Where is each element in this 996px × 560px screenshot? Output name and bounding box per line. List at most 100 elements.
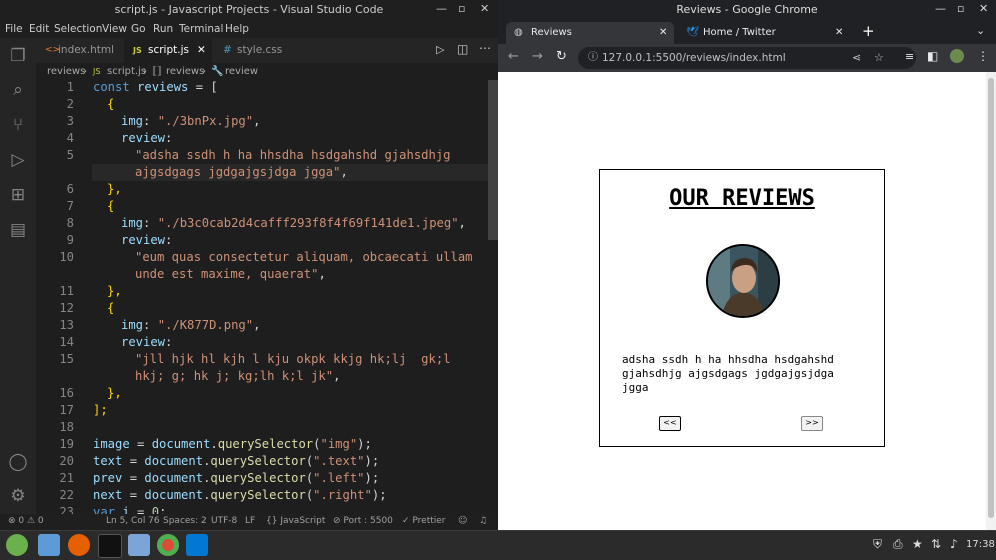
clock[interactable]: 17:38	[966, 539, 995, 550]
globe-icon: ◍	[514, 27, 523, 38]
address-bar[interactable]: ⓘ 127.0.0.1:5500/reviews/index.html ⋖ ☆	[578, 47, 916, 69]
firefox-icon[interactable]	[68, 534, 90, 556]
menu-go[interactable]: Go	[131, 23, 146, 35]
explorer-icon[interactable]: ❐	[6, 44, 30, 68]
new-tab-plus-icon[interactable]: +	[862, 22, 875, 40]
minimize-icon[interactable]: —	[935, 2, 946, 15]
menu-file[interactable]: File	[5, 23, 23, 35]
reading-list-icon[interactable]: ≡	[905, 50, 914, 63]
shield-icon[interactable]: ⛨	[873, 537, 882, 552]
review-text: adsha ssdh h ha hhsdha hsdgahshd gjahsdh…	[622, 353, 834, 394]
chrome-icon[interactable]	[157, 534, 179, 556]
settings-gear-icon[interactable]: ⚙	[6, 484, 30, 508]
chrome-menu-icon[interactable]: ⋮	[977, 49, 989, 63]
notifications-bell-icon[interactable]: ♫	[479, 516, 487, 526]
bookmark-star-icon[interactable]: ☆	[874, 47, 884, 69]
menu-selection[interactable]: Selection	[54, 23, 102, 35]
editor-scrollbar[interactable]	[488, 80, 498, 514]
code-line: img: "./K877D.png",	[121, 318, 261, 332]
run-debug-icon[interactable]: ▷	[6, 148, 30, 172]
share-icon[interactable]: ⋖	[852, 47, 861, 69]
cursor-position[interactable]: Ln 5, Col 76	[106, 516, 160, 526]
side-panel-icon[interactable]: ◧	[927, 49, 938, 63]
review-card: OUR REVIEWS adsha ssdh h ha hhsdha hsdga…	[599, 169, 885, 447]
tab-script-js[interactable]: JS script.js ✕	[124, 38, 212, 63]
menu-run[interactable]: Run	[153, 23, 173, 35]
source-control-icon[interactable]: ⑂	[6, 113, 30, 137]
menu-edit[interactable]: Edit	[29, 23, 49, 35]
line-number: 20	[59, 454, 74, 468]
indent-setting[interactable]: Spaces: 2	[163, 516, 207, 526]
line-number: 21	[59, 471, 74, 485]
language-mode[interactable]: {} JavaScript	[266, 516, 325, 526]
maximize-icon[interactable]: ▫	[458, 2, 465, 15]
profile-avatar[interactable]	[950, 49, 964, 63]
tab-reviews[interactable]: ◍ Reviews ✕	[506, 22, 674, 44]
tab-index-html[interactable]: <> index.html	[36, 38, 121, 63]
reload-icon[interactable]: ↻	[556, 49, 567, 64]
line-number: 17	[59, 403, 74, 417]
close-icon[interactable]: ✕	[480, 2, 489, 15]
line-number: 10	[59, 250, 74, 264]
code-line: hkj; g; hk j; kg;lh k;l jk",	[135, 369, 341, 383]
close-tab-icon[interactable]: ✕	[835, 22, 843, 44]
live-server-port[interactable]: ⊘ Port : 5500	[333, 516, 393, 526]
run-file-icon[interactable]: ▷	[436, 43, 444, 56]
tab-twitter[interactable]: 🕊 Home / Twitter ✕	[681, 22, 849, 44]
close-icon[interactable]: ✕	[979, 2, 988, 15]
line-number: 16	[59, 386, 74, 400]
line-number: 1	[66, 80, 74, 94]
volume-icon[interactable]: ♪	[950, 537, 958, 551]
folder-icon[interactable]	[128, 534, 150, 556]
remote-explorer-icon[interactable]: ▤	[6, 218, 30, 242]
tab-label: index.html	[58, 44, 114, 56]
extensions-icon[interactable]: ⊞	[6, 183, 30, 207]
back-arrow-icon[interactable]: ←	[508, 49, 519, 64]
feedback-icon[interactable]: ☺	[458, 516, 467, 526]
prettier-status[interactable]: ✓ Prettier	[402, 516, 446, 526]
line-ending[interactable]: LF	[245, 516, 255, 526]
vscode-titlebar: script.js - Javascript Projects - Visual…	[0, 0, 498, 20]
network-icon[interactable]: ⇅	[931, 537, 941, 551]
vscode-icon[interactable]	[186, 534, 208, 556]
star-icon[interactable]: ★	[912, 537, 923, 551]
menu-terminal[interactable]: Terminal	[179, 23, 223, 35]
account-icon[interactable]: ◯	[6, 450, 30, 474]
split-editor-icon[interactable]: ◫	[457, 42, 468, 56]
breadcrumb-folder[interactable]: reviews	[47, 63, 85, 80]
problems-indicator[interactable]: ⊗ 0 ⚠ 0	[8, 516, 44, 526]
search-icon[interactable]: ⌕	[6, 78, 30, 102]
close-tab-icon[interactable]: ✕	[197, 38, 206, 63]
terminal-icon[interactable]	[98, 534, 122, 558]
forward-arrow-icon[interactable]: →	[532, 49, 543, 64]
close-tab-icon[interactable]: ✕	[659, 22, 667, 44]
next-review-button[interactable]: >>	[801, 416, 823, 431]
js-file-icon: JS	[133, 46, 142, 55]
breadcrumb-symbol-reviews[interactable]: reviews	[166, 63, 204, 80]
breadcrumb-file[interactable]: script.js	[107, 63, 146, 80]
scroll-thumb[interactable]	[488, 80, 498, 240]
encoding[interactable]: UTF-8	[211, 516, 237, 526]
menu-view[interactable]: View	[102, 23, 127, 35]
menu-help[interactable]: Help	[225, 23, 249, 35]
code-line: var i = 0;	[93, 505, 167, 514]
tab-search-chevron-icon[interactable]: ⌄	[976, 24, 985, 37]
more-actions-icon[interactable]: ⋯	[479, 41, 491, 55]
breadcrumb-symbol-review[interactable]: review	[225, 63, 258, 80]
mint-menu-icon[interactable]	[6, 534, 28, 556]
url-text[interactable]: 127.0.0.1:5500/reviews/index.html	[602, 47, 786, 69]
prev-review-button[interactable]: <<	[659, 416, 681, 431]
minimize-icon[interactable]: —	[436, 2, 447, 15]
code-line: {	[107, 301, 115, 315]
breadcrumb: reviews › JS script.js › ⟦⟧ reviews › 🔧 …	[36, 63, 498, 80]
site-info-icon[interactable]: ⓘ	[588, 47, 598, 69]
tab-style-css[interactable]: # style.css	[218, 38, 313, 63]
printer-icon[interactable]: ⎙	[893, 537, 903, 552]
maximize-icon[interactable]: ▫	[957, 2, 964, 15]
code-line: ajgsdgags jgdgajgsjdga jgga",	[135, 165, 348, 179]
code-editor[interactable]: 1 2 3 4 5 6 7 8 9 10 11 12 13 14 15 16 1…	[36, 80, 488, 514]
scroll-thumb[interactable]	[988, 78, 994, 518]
files-icon[interactable]	[38, 534, 60, 556]
page-scrollbar[interactable]	[986, 72, 996, 530]
tab-label: Reviews	[531, 27, 572, 38]
